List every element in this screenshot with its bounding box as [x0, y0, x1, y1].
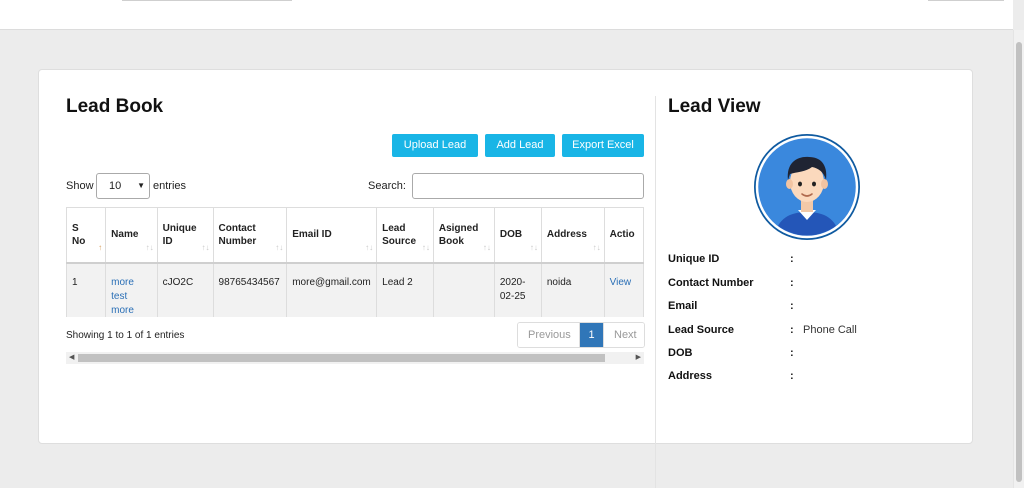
sort-icon: ↑↓	[365, 242, 374, 252]
cell-unique-id: cJO2C	[156, 262, 214, 317]
sort-icon: ↑↓	[482, 242, 491, 252]
detail-label: Lead Source	[668, 324, 735, 336]
column-header-sno[interactable]: S No ↑	[66, 207, 107, 264]
column-header-asigned-book[interactable]: Asigned Book ↑↓	[432, 207, 495, 264]
upload-lead-button[interactable]: Upload Lead	[392, 134, 478, 157]
page-scrollbar-thumb[interactable]	[1016, 42, 1022, 482]
view-link[interactable]: View	[610, 277, 632, 288]
sort-icon: ↑↓	[145, 242, 154, 252]
detail-label: Address	[668, 370, 713, 382]
detail-separator: :	[790, 370, 794, 382]
detail-label: Unique ID	[668, 253, 720, 265]
panel-divider	[655, 96, 656, 488]
sort-icon: ↑↓	[421, 242, 430, 252]
detail-label: Contact Number	[668, 277, 754, 289]
next-page-button[interactable]: Next	[603, 323, 644, 347]
pagination: Previous 1 Next	[517, 322, 645, 348]
lead-book-title: Lead Book	[66, 96, 164, 117]
column-header-address[interactable]: Address ↑↓	[540, 207, 605, 264]
table-horizontal-scrollbar[interactable]: ◀ ▶	[66, 352, 644, 364]
cell-email: more@gmail.com	[286, 262, 378, 317]
cell-address: noida	[540, 262, 605, 317]
leads-table-wrapper: S No ↑ Name ↑↓ Unique ID ↑↓ Contact Number ↑↓ E…	[66, 207, 644, 317]
show-label: Show	[66, 180, 94, 192]
detail-label: DOB	[668, 347, 693, 359]
top-bar-line	[122, 0, 292, 1]
leads-table: S No ↑ Name ↑↓ Unique ID ↑↓ Contact Number ↑↓ E…	[66, 207, 644, 317]
entries-length-value: 10	[109, 180, 122, 192]
cell-asigned-book	[432, 262, 495, 317]
scroll-left-icon[interactable]: ◀	[69, 353, 74, 361]
page-1-button[interactable]: 1	[580, 323, 603, 347]
lead-name-link[interactable]: more test	[111, 305, 134, 318]
column-header-lead-source[interactable]: Lead Source ↑↓	[376, 207, 434, 264]
caret-down-icon: ▼	[137, 181, 145, 190]
cell-sno: 1	[66, 262, 107, 317]
scroll-right-icon[interactable]: ▶	[636, 353, 641, 361]
entries-label: entries	[153, 180, 187, 192]
detail-separator: :	[790, 347, 794, 359]
top-bar	[0, 0, 1013, 30]
detail-separator: :	[790, 300, 794, 312]
cell-name: more test more test	[105, 262, 158, 318]
lead-name-link[interactable]: more test	[111, 277, 134, 302]
sort-icon: ↑	[98, 242, 103, 252]
table-row: 1 more test more test cJO2C 98765434567 m…	[66, 262, 644, 318]
sort-icon: ↑↓	[275, 242, 284, 252]
cell-lead-source: Lead 2	[376, 262, 434, 317]
add-lead-button[interactable]: Add Lead	[485, 134, 555, 157]
column-header-name[interactable]: Name ↑↓	[105, 207, 158, 264]
search-input[interactable]	[412, 173, 644, 199]
column-header-contact[interactable]: Contact Number ↑↓	[212, 207, 288, 264]
lead-view-title: Lead View	[668, 96, 761, 117]
cell-contact: 98765434567	[212, 262, 288, 317]
detail-label: Email	[668, 300, 698, 312]
table-header-row: S No ↑ Name ↑↓ Unique ID ↑↓ Contact Number ↑↓ E…	[66, 207, 644, 264]
cell-dob: 2020- 02-25	[493, 262, 542, 317]
top-bar-line	[928, 0, 1004, 1]
cell-action: View	[603, 262, 644, 317]
table-info: Showing 1 to 1 of 1 entries	[66, 330, 185, 341]
export-excel-button[interactable]: Export Excel	[562, 134, 644, 157]
search-label: Search:	[368, 180, 406, 192]
sort-icon: ↑↓	[529, 242, 538, 252]
column-header-dob[interactable]: DOB ↑↓	[493, 207, 542, 264]
sort-icon: ↑↓	[201, 242, 210, 252]
detail-value: Phone Call	[803, 324, 857, 336]
detail-separator: :	[790, 324, 794, 336]
detail-separator: :	[790, 277, 794, 289]
previous-page-button[interactable]: Previous	[518, 323, 580, 347]
column-header-email[interactable]: Email ID ↑↓	[286, 207, 378, 264]
column-header-unique-id[interactable]: Unique ID ↑↓	[156, 207, 214, 264]
user-avatar-icon	[754, 134, 860, 240]
page-scrollbar[interactable]	[1013, 30, 1024, 488]
entries-length-select[interactable]: 10 ▼	[96, 173, 150, 199]
sort-icon: ↑↓	[592, 242, 601, 252]
detail-separator: :	[790, 253, 794, 265]
horizontal-scrollbar-thumb[interactable]	[78, 354, 605, 362]
column-header-action[interactable]: Actio	[603, 207, 644, 264]
